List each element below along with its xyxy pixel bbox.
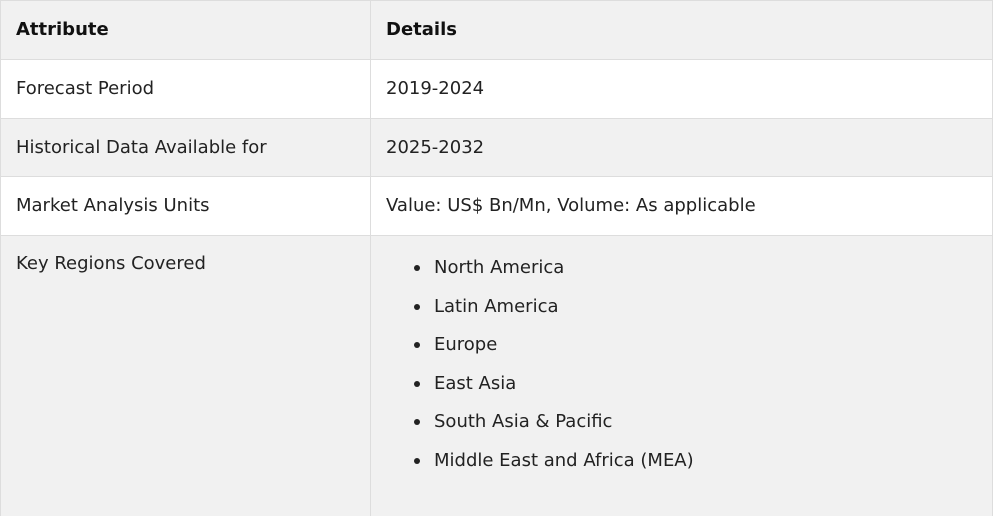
list-item: Europe [386, 333, 694, 372]
table-header-row: Attribute Details [1, 1, 992, 60]
list-item: South Asia & Pacific [386, 410, 694, 449]
regions-cell: North America Latin America Europe East … [371, 236, 992, 516]
region-label: Latin America [434, 295, 559, 317]
bullet-icon [414, 303, 420, 310]
region-label: North America [434, 257, 565, 278]
region-label: East Asia [434, 372, 517, 394]
details-cell: Value: US$ Bn/Mn, Volume: As applicable [386, 195, 756, 216]
header-details: Details [386, 19, 457, 40]
bullet-icon [414, 380, 420, 387]
table-row: Market Analysis Units Value: US$ Bn/Mn, … [1, 177, 992, 236]
table-row-regions: Key Regions Covered North America Latin … [1, 236, 992, 516]
table-row: Historical Data Available for 2025-2032 [1, 119, 992, 177]
region-label: Europe [434, 334, 498, 355]
bullet-icon [414, 457, 420, 464]
list-item: North America [386, 256, 694, 295]
attribute-cell: Key Regions Covered [1, 236, 371, 516]
region-label: South Asia & Pacific [434, 411, 613, 432]
bullet-icon [414, 342, 420, 348]
bullet-icon [414, 419, 420, 425]
header-attribute: Attribute [1, 1, 371, 59]
attribute-details-table: Attribute Details Forecast Period 2019-2… [0, 0, 993, 516]
attribute-cell: Market Analysis Units [1, 177, 371, 235]
attribute-cell: Forecast Period [1, 60, 371, 118]
list-item: East Asia [386, 372, 694, 411]
list-item: Latin America [386, 295, 694, 334]
details-cell: 2025-2032 [386, 136, 485, 158]
table-row: Forecast Period 2019-2024 [1, 60, 992, 119]
region-label: Middle East and Africa (MEA) [434, 449, 694, 471]
attribute-cell: Historical Data Available for [1, 119, 371, 176]
list-item: Middle East and Africa (MEA) [386, 449, 694, 488]
details-cell: 2019-2024 [386, 78, 485, 99]
bullet-icon [414, 265, 420, 271]
regions-list: North America Latin America Europe East … [386, 256, 694, 487]
